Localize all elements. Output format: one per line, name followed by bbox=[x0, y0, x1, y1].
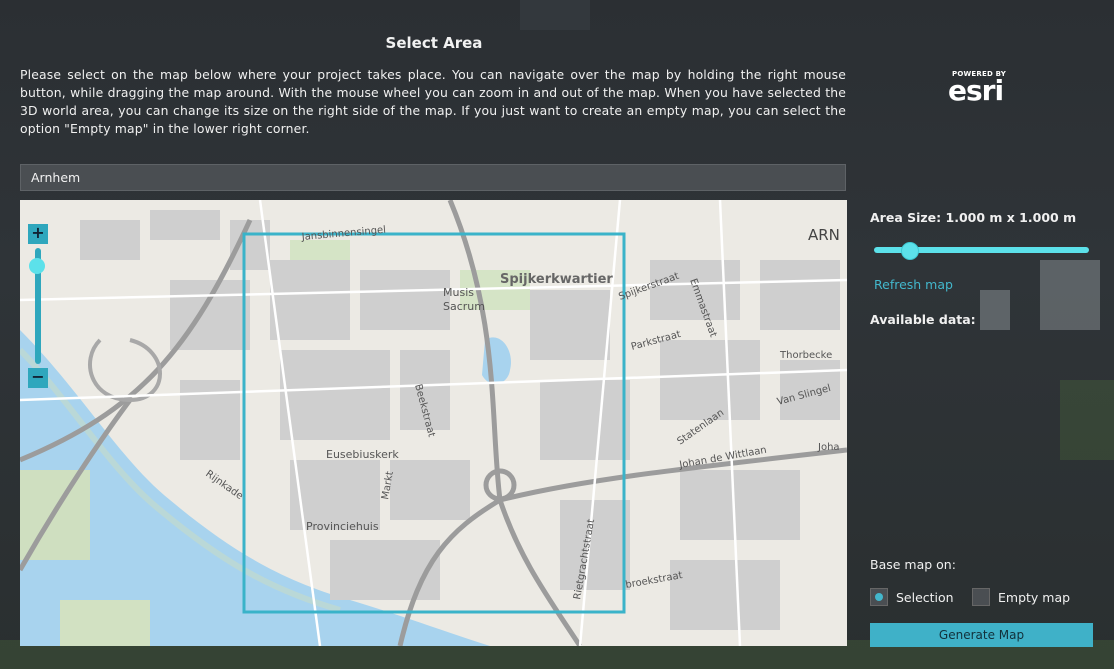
map-canvas[interactable]: Spijkerkwartier Musis Sacrum Eusebiusker… bbox=[20, 200, 847, 646]
selection-radio[interactable] bbox=[870, 588, 888, 606]
map-label-rijnkade: Rijnkade bbox=[203, 468, 245, 502]
map-label-thorbecke: Thorbecke bbox=[779, 350, 832, 361]
map-view[interactable]: Spijkerkwartier Musis Sacrum Eusebiusker… bbox=[20, 200, 847, 646]
available-data-label: Available data: bbox=[870, 312, 976, 327]
selection-option-label[interactable]: Selection bbox=[896, 590, 954, 605]
background-building bbox=[980, 290, 1010, 330]
empty-map-option-label[interactable]: Empty map bbox=[998, 590, 1070, 605]
generate-map-button[interactable]: Generate Map bbox=[870, 623, 1093, 647]
map-label-sacrum: Sacrum bbox=[443, 300, 485, 313]
map-label-musis: Musis bbox=[443, 286, 474, 299]
empty-map-radio[interactable] bbox=[972, 588, 990, 606]
area-size-slider-handle[interactable] bbox=[901, 242, 919, 260]
park-area bbox=[60, 600, 150, 646]
map-label-joha: Joha bbox=[817, 442, 840, 453]
instructions-text: Please select on the map below where you… bbox=[20, 67, 846, 136]
map-label-spijkerkwartier: Spijkerkwartier bbox=[500, 272, 613, 287]
area-size-label: Area Size: 1.000 m x 1.000 m bbox=[870, 210, 1077, 225]
map-label-johan: Johan de Wittlaan bbox=[678, 445, 768, 471]
radio-selected-dot bbox=[875, 593, 883, 601]
location-search-input[interactable] bbox=[20, 164, 846, 191]
esri-logo: POWERED BY esri bbox=[946, 68, 1018, 108]
map-label-provinciehuis: Provinciehuis bbox=[306, 520, 379, 533]
map-label-eusebiuskerk: Eusebiuskerk bbox=[326, 448, 399, 461]
zoom-slider-handle[interactable] bbox=[29, 258, 45, 274]
background-building bbox=[520, 0, 590, 30]
page-title: Select Area bbox=[385, 34, 483, 52]
refresh-map-link[interactable]: Refresh map bbox=[874, 277, 953, 292]
map-label-arn: ARN bbox=[808, 226, 840, 244]
zoom-in-button[interactable]: + bbox=[28, 224, 48, 244]
background-foliage bbox=[1060, 380, 1114, 460]
highway-loop bbox=[88, 338, 162, 403]
background-building bbox=[1040, 260, 1100, 330]
esri-wordmark: esri bbox=[948, 74, 1004, 107]
zoom-out-button[interactable]: − bbox=[28, 368, 48, 388]
base-map-label: Base map on: bbox=[870, 557, 956, 572]
